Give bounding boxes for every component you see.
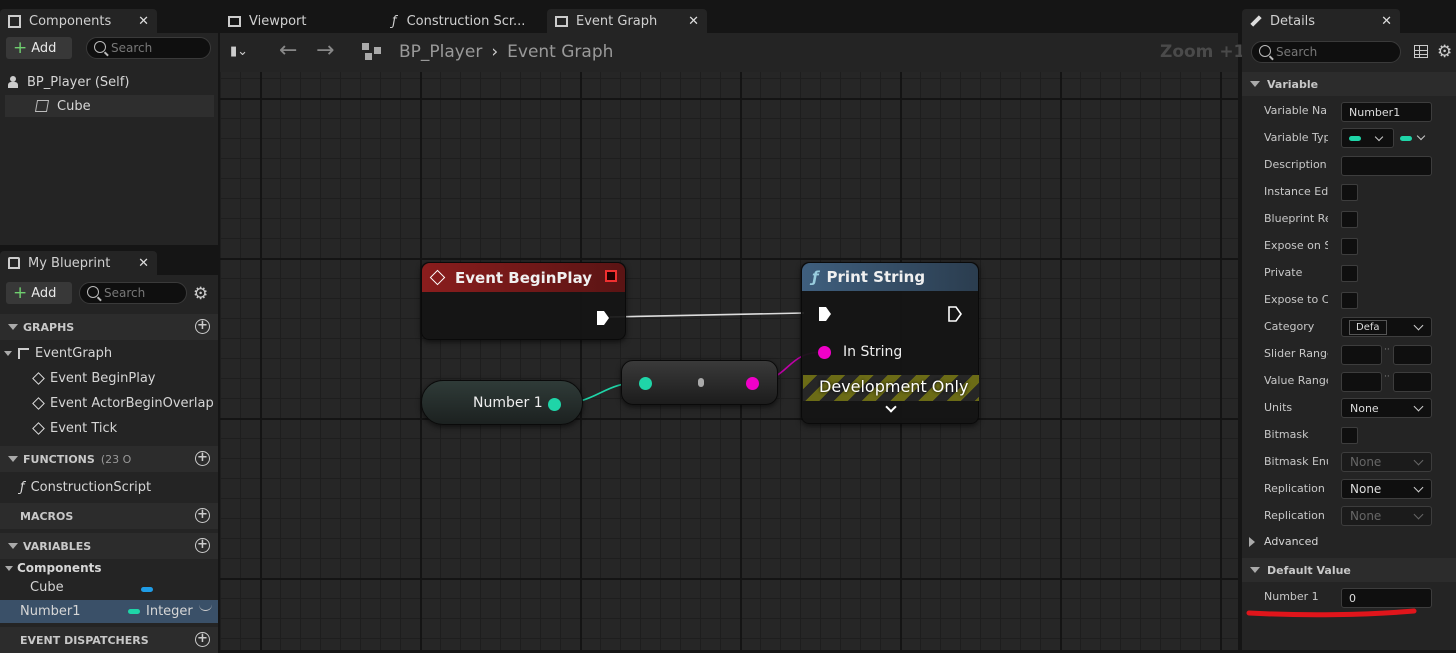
section-label: Default Value (1267, 563, 1351, 577)
variable-type-picker[interactable] (1341, 128, 1394, 148)
details-search-input[interactable]: Search (1251, 41, 1401, 63)
string-out-pin[interactable] (746, 377, 759, 390)
replication-value: None (1350, 482, 1382, 496)
delegate-pin-icon[interactable] (605, 270, 617, 282)
chevron-down-icon (1413, 509, 1424, 520)
event-beginplay-node[interactable]: Event BeginPlay (421, 262, 626, 340)
instance-editable-label: Instance Editable (1264, 185, 1328, 198)
search-placeholder: Search (1276, 45, 1318, 59)
container-type-picker[interactable] (1398, 128, 1432, 148)
wires (554, 312, 824, 405)
search-icon (1259, 45, 1271, 57)
function-icon: ƒ (812, 268, 819, 286)
tab-details[interactable]: Details ✕ (1242, 9, 1400, 33)
replication-condition-value: None (1350, 509, 1382, 523)
description-label: Description (1264, 158, 1327, 171)
instance-editable-checkbox[interactable] (1341, 184, 1358, 201)
default-value-label: Number 1 (1264, 590, 1319, 603)
units-value: None (1350, 401, 1379, 415)
advanced-expander[interactable]: Advanced (1249, 535, 1318, 548)
units-label: Units (1264, 401, 1293, 414)
slider-range-min-input[interactable] (1341, 345, 1382, 365)
default-value-section-header[interactable]: Default Value (1242, 558, 1456, 582)
exec-in-pin[interactable] (818, 306, 832, 322)
chevron-down-icon[interactable] (885, 401, 897, 413)
expose-cinematics-checkbox[interactable] (1341, 292, 1358, 309)
expose-spawn-checkbox[interactable] (1341, 238, 1358, 255)
settings-gear-icon[interactable]: ⚙ (1437, 42, 1452, 62)
category-input[interactable]: Defa (1349, 319, 1387, 335)
bitmask-label: Bitmask (1264, 428, 1309, 441)
chevron-down-icon (1413, 401, 1424, 412)
variable-type-label: Variable Type (1264, 131, 1328, 144)
pencil-icon (1250, 15, 1262, 27)
conversion-node[interactable] (621, 360, 778, 405)
value-range-label: Value Range (1264, 374, 1328, 387)
integer-pill-icon (1349, 135, 1361, 141)
string-in-pin[interactable] (818, 346, 831, 359)
single-pill-icon (1400, 136, 1412, 141)
blueprint-readonly-checkbox[interactable] (1341, 211, 1358, 228)
bitmask-checkbox[interactable] (1341, 427, 1358, 444)
advanced-label: Advanced (1264, 535, 1319, 548)
blueprint-readonly-label: Blueprint Read Only (1264, 212, 1328, 225)
node-title: Print String (826, 268, 926, 286)
node-title: Number 1 (473, 395, 543, 411)
variable-name-input[interactable]: Number1 (1341, 102, 1432, 122)
bitmask-enum-label: Bitmask Enum (1264, 455, 1328, 468)
table-view-icon[interactable] (1414, 45, 1428, 58)
node-header: ƒ Print String (802, 263, 978, 291)
slider-range-max-input[interactable] (1393, 345, 1432, 365)
private-checkbox[interactable] (1341, 265, 1358, 282)
range-separator: ·· (1384, 372, 1390, 382)
convert-dot-icon (698, 378, 704, 387)
units-dropdown[interactable]: None (1341, 398, 1432, 418)
replication-label: Replication (1264, 482, 1325, 495)
bitmask-enum-dropdown: None (1341, 452, 1432, 472)
category-label: Category (1264, 320, 1315, 333)
chevron-down-icon (1413, 482, 1424, 493)
event-icon (429, 269, 446, 286)
tab-label: Details (1270, 13, 1316, 29)
development-only-banner: Development Only (803, 375, 979, 401)
replication-condition-label: Replication Condition (1264, 509, 1328, 522)
collapse-icon (1250, 567, 1260, 573)
replication-condition-dropdown: None (1341, 506, 1432, 526)
chevron-down-icon (1374, 132, 1384, 142)
expose-spawn-label: Expose on Spawn (1264, 239, 1328, 252)
collapse-icon (1250, 81, 1260, 87)
value-range-min-input[interactable] (1341, 372, 1382, 392)
red-underline-annotation (1246, 608, 1417, 618)
slider-range-label: Slider Range (1264, 347, 1328, 360)
pin-label: In String (843, 344, 903, 360)
node-title: Event BeginPlay (455, 268, 593, 287)
bitmask-enum-value: None (1350, 455, 1382, 469)
private-label: Private (1264, 266, 1303, 279)
exec-out-pin[interactable] (948, 306, 962, 322)
expand-icon (1249, 536, 1255, 547)
chevron-down-icon (1416, 131, 1426, 141)
chevron-down-icon (1413, 455, 1424, 466)
close-icon[interactable]: ✕ (1381, 14, 1392, 29)
category-combo[interactable]: Defa (1341, 317, 1432, 337)
chevron-down-icon (1413, 320, 1424, 331)
value-range-max-input[interactable] (1393, 372, 1432, 392)
exec-out-pin[interactable] (596, 310, 610, 326)
range-separator: ·· (1384, 345, 1390, 355)
expose-cinematics-label: Expose to Cinematics (1264, 293, 1328, 306)
replication-dropdown[interactable]: None (1341, 479, 1432, 499)
node-header: Event BeginPlay (422, 263, 625, 292)
banner-label: Development Only (819, 377, 969, 396)
variable-name-label: Variable Name (1264, 104, 1328, 117)
section-label: Variable (1267, 77, 1319, 91)
description-input[interactable] (1341, 156, 1432, 176)
integer-in-pin[interactable] (639, 377, 652, 390)
variable-section-header[interactable]: Variable (1242, 72, 1456, 96)
number1-getter-node[interactable]: Number 1 (421, 380, 583, 425)
print-string-node[interactable]: ƒ Print String In String Development Onl… (801, 262, 979, 424)
integer-out-pin[interactable] (548, 398, 561, 411)
